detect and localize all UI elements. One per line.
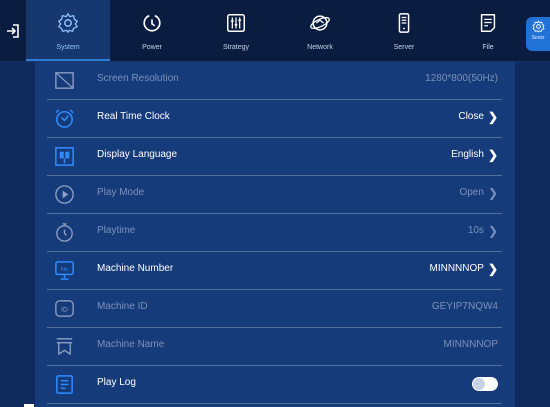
setting-value: Open ❯: [459, 185, 498, 200]
monitor-icon: No: [55, 261, 74, 280]
id-icon: ID: [55, 300, 74, 317]
setting-row-machine-name: Machine Name MINNNNOP: [47, 328, 502, 366]
alarm-clock-icon: [55, 109, 74, 128]
setting-value: 10s ❯: [467, 223, 498, 238]
setting-row-screen-resolution: Screen Resolution 1280*800(50Hz): [47, 62, 502, 100]
exit-button[interactable]: [4, 22, 22, 40]
tab-power[interactable]: Power: [110, 0, 194, 61]
setting-value: English ❯: [451, 147, 498, 162]
file-icon: [480, 14, 496, 32]
strategy-icon: [227, 14, 245, 32]
tab-network[interactable]: Network: [278, 0, 362, 61]
setting-row-play-mode: Play Mode Open ❯: [47, 176, 502, 214]
tab-label: Senio: [531, 35, 545, 41]
setting-label: Playtime: [97, 225, 136, 236]
chevron-right-icon: ❯: [487, 147, 498, 162]
setting-row-machine-id: ID Machine ID GEYIP7NQW4: [47, 290, 502, 328]
setting-label: Play Log: [97, 377, 136, 388]
setting-value: GEYIP7NQW4: [431, 301, 498, 312]
setting-label: Screen Resolution: [97, 73, 179, 84]
setting-row-real-time-clock[interactable]: Real Time Clock Close ❯: [47, 100, 502, 138]
tab-senior[interactable]: Senio: [526, 17, 550, 51]
chevron-right-icon: ❯: [487, 261, 498, 276]
setting-value: 1280*800(50Hz): [425, 73, 498, 84]
play-icon: [55, 185, 74, 204]
exit-icon: [7, 24, 19, 38]
chevron-right-icon: ❯: [487, 223, 498, 238]
svg-text:ID: ID: [61, 306, 68, 313]
tab-label: Server: [393, 44, 415, 51]
toggle-knob: [473, 378, 485, 390]
setting-row-machine-number[interactable]: No Machine Number MINNNNOP ❯: [47, 252, 502, 290]
server-icon: [398, 13, 410, 33]
log-icon: [56, 375, 73, 394]
top-navigation-bar: System Power Strategy Network Server Fil…: [0, 0, 550, 62]
setting-label: Real Time Clock: [97, 111, 170, 122]
tag-icon: [56, 338, 73, 355]
setting-row-playtime: Playtime 10s ❯: [47, 214, 502, 252]
setting-value: MINNNNOP ❯: [429, 261, 498, 276]
tab-file[interactable]: File: [446, 0, 530, 61]
setting-label: Display Language: [97, 149, 178, 160]
screen-icon: [55, 72, 74, 89]
language-icon: [55, 147, 74, 166]
play-log-toggle[interactable]: [472, 377, 498, 391]
stopwatch-icon: [56, 223, 73, 242]
svg-text:No: No: [61, 267, 68, 273]
network-icon: [310, 15, 330, 31]
power-icon: [143, 14, 161, 32]
setting-value: Close ❯: [458, 109, 498, 124]
tab-server[interactable]: Server: [362, 0, 446, 61]
setting-label: Machine ID: [97, 301, 148, 312]
chevron-right-icon: ❯: [487, 185, 498, 200]
tab-label: Strategy: [222, 44, 250, 51]
gear-icon: [531, 20, 545, 33]
tab-label: Network: [307, 44, 333, 51]
chevron-right-icon: ❯: [487, 109, 498, 124]
setting-label: Machine Name: [97, 339, 165, 350]
gear-icon: [57, 12, 79, 34]
setting-label: Play Mode: [97, 187, 145, 198]
tab-label: Power: [142, 44, 162, 51]
tab-label: File: [482, 44, 494, 51]
settings-panel: Screen Resolution 1280*800(50Hz) Real Ti…: [35, 62, 515, 407]
tab-system[interactable]: System: [26, 0, 110, 61]
setting-label: Machine Number: [97, 263, 174, 274]
setting-value: MINNNNOP: [443, 339, 498, 350]
setting-row-play-log[interactable]: Play Log: [47, 366, 502, 404]
setting-row-display-language[interactable]: Display Language English ❯: [47, 138, 502, 176]
tab-strategy[interactable]: Strategy: [194, 0, 278, 61]
tab-label: System: [56, 44, 80, 51]
